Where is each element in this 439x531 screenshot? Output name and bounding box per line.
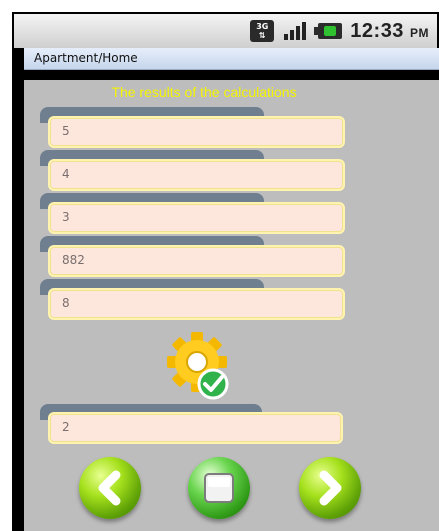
battery-charging-icon bbox=[314, 21, 343, 41]
result-value-5: 8 bbox=[62, 296, 70, 310]
stop-button[interactable] bbox=[188, 457, 250, 519]
status-bar: 3G ⇅ 12:33 PM bbox=[14, 14, 437, 48]
result-value-2: 4 bbox=[62, 167, 70, 181]
back-arrow-icon bbox=[98, 470, 121, 506]
network-badge-bottom: ⇅ bbox=[258, 31, 266, 40]
next-button[interactable] bbox=[299, 457, 361, 519]
forward-arrow-icon bbox=[319, 470, 342, 506]
results-screen: The results of the calculations 5 4 3 88… bbox=[24, 80, 439, 531]
app-title-bar: Apartment/Home bbox=[24, 48, 439, 70]
bottom-result-value: 2 bbox=[62, 420, 70, 434]
clock-time: 12:33 bbox=[350, 19, 404, 42]
network-badge-top: 3G bbox=[256, 22, 269, 31]
result-value-1: 5 bbox=[62, 124, 70, 138]
result-value-3: 3 bbox=[62, 210, 70, 224]
bottom-result-field[interactable]: 2 bbox=[48, 412, 343, 444]
clock-ampm: PM bbox=[410, 25, 429, 40]
result-value-4: 882 bbox=[62, 253, 85, 267]
status-icons: 3G ⇅ 12:33 PM bbox=[250, 18, 429, 44]
network-3g-icon: 3G ⇅ bbox=[250, 20, 275, 42]
stop-icon bbox=[204, 473, 234, 503]
result-field-1[interactable]: 5 bbox=[48, 116, 345, 148]
back-button[interactable] bbox=[79, 457, 141, 519]
signal-strength-icon bbox=[282, 20, 307, 42]
gear-with-check-icon bbox=[167, 330, 231, 400]
results-heading: The results of the calculations bbox=[111, 84, 297, 100]
app-title: Apartment/Home bbox=[34, 51, 138, 65]
result-field-5[interactable]: 8 bbox=[48, 288, 345, 320]
result-field-2[interactable]: 4 bbox=[48, 159, 345, 191]
result-field-4[interactable]: 882 bbox=[48, 245, 345, 277]
status-clock: 12:33 PM bbox=[350, 20, 429, 43]
result-field-3[interactable]: 3 bbox=[48, 202, 345, 234]
